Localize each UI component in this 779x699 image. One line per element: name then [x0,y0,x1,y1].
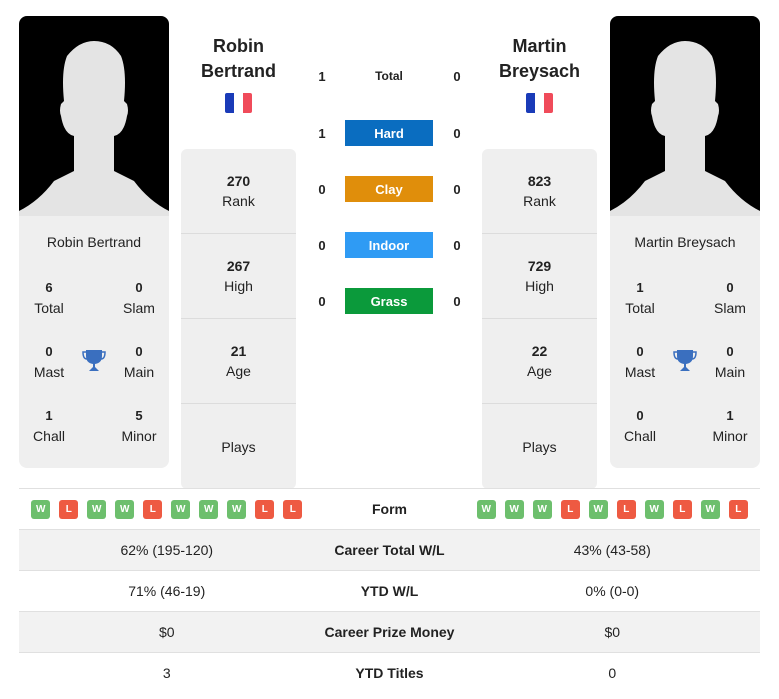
form-win-badge[interactable]: W [199,499,219,519]
form-loss-badge[interactable]: L [143,499,163,519]
player1-titles-slam: 0 Slam [123,280,155,316]
player1-plays: Plays [221,438,256,455]
silhouette-icon [19,41,169,216]
form-loss-badge[interactable]: L [728,499,748,519]
h2h-hard: 1 Hard 0 [310,120,470,146]
form-win-badge[interactable]: W [700,499,720,519]
player1-titles-total: 6 Total [34,280,64,316]
player2-name[interactable]: Martin Breysach [482,34,597,84]
player2-stats: 823 Rank 729 High 22 Age Plays [482,149,597,489]
table-row: 3 YTD Titles 0 [19,652,760,693]
player1-high: 267 High [181,234,296,319]
player1-rank: 270 Rank [181,149,296,234]
player1-titles-mast: 0 Mast [33,344,65,380]
player2-form: WWWLWLWLWL [465,499,761,519]
player2-high: 729 High [482,234,597,319]
form-win-badge[interactable]: W [644,499,664,519]
form-loss-badge[interactable]: L [59,499,79,519]
player2-plays: Plays [522,438,557,455]
france-flag-icon [224,93,253,113]
h2h-indoor: 0 Indoor 0 [310,232,470,258]
form-win-badge[interactable]: W [171,499,191,519]
surface-clay-badge[interactable]: Clay [345,176,433,202]
player2-card: Martin Breysach 1 Total 0 Slam 0 Mast 0 Main… [610,216,760,468]
form-win-badge[interactable]: W [227,499,247,519]
comparison-table: WLWWLWWWLL Form WWWLWLWLWL 62% (195-120)… [19,488,760,693]
player2-photo [610,16,760,216]
form-loss-badge[interactable]: L [255,499,275,519]
form-win-badge[interactable]: W [31,499,51,519]
form-win-badge[interactable]: W [532,499,552,519]
form-win-badge[interactable]: W [115,499,135,519]
trophy-icon [670,342,700,406]
table-row: 71% (46-19) YTD W/L 0% (0-0) [19,570,760,611]
form-loss-badge[interactable]: L [560,499,580,519]
h2h-clay: 0 Clay 0 [310,176,470,202]
player2-titles-total: 1 Total [625,280,655,316]
table-row: 62% (195-120) Career Total W/L 43% (43-5… [19,529,760,570]
player2-titles-main: 0 Main [714,344,746,380]
form-win-badge[interactable]: W [588,499,608,519]
player2-age: 22 Age [482,319,597,404]
form-loss-badge[interactable]: L [283,499,303,519]
surface-grass-badge[interactable]: Grass [345,288,433,314]
form-win-badge[interactable]: W [476,499,496,519]
player1-card-name: Robin Bertrand [46,234,142,250]
player1-stats: 270 Rank 267 High 21 Age Plays [181,149,296,489]
player2-card-name: Martin Breysach [634,234,736,250]
form-win-badge[interactable]: W [87,499,107,519]
player1-card: Robin Bertrand 6 Total 0 Slam 0 Mast 0 Main … [19,216,169,468]
silhouette-icon [610,41,760,216]
surface-indoor-badge[interactable]: Indoor [345,232,433,258]
form-loss-badge[interactable]: L [672,499,692,519]
table-row: $0 Career Prize Money $0 [19,611,760,652]
form-row: WLWWLWWWLL Form WWWLWLWLWL [19,488,760,529]
player1-form: WLWWLWWWLL [19,499,315,519]
trophy-icon [79,342,109,406]
h2h-grass: 0 Grass 0 [310,288,470,314]
player1-titles-chall: 1 Chall [33,408,65,444]
h2h-total: 1 Total 0 [318,68,461,84]
form-win-badge[interactable]: W [504,499,524,519]
surface-hard-badge[interactable]: Hard [345,120,433,146]
player2-titles-minor: 1 Minor [712,408,748,444]
player2-titles-mast: 0 Mast [624,344,656,380]
player1-titles-main: 0 Main [123,344,155,380]
player2-rank: 823 Rank [482,149,597,234]
player1-name[interactable]: Robin Bertrand [181,34,296,84]
player1-titles-minor: 5 Minor [121,408,157,444]
player2-titles-slam: 0 Slam [714,280,746,316]
player1-photo [19,16,169,216]
player2-titles-chall: 0 Chall [624,408,656,444]
france-flag-icon [525,93,554,113]
player1-age: 21 Age [181,319,296,404]
form-loss-badge[interactable]: L [616,499,636,519]
